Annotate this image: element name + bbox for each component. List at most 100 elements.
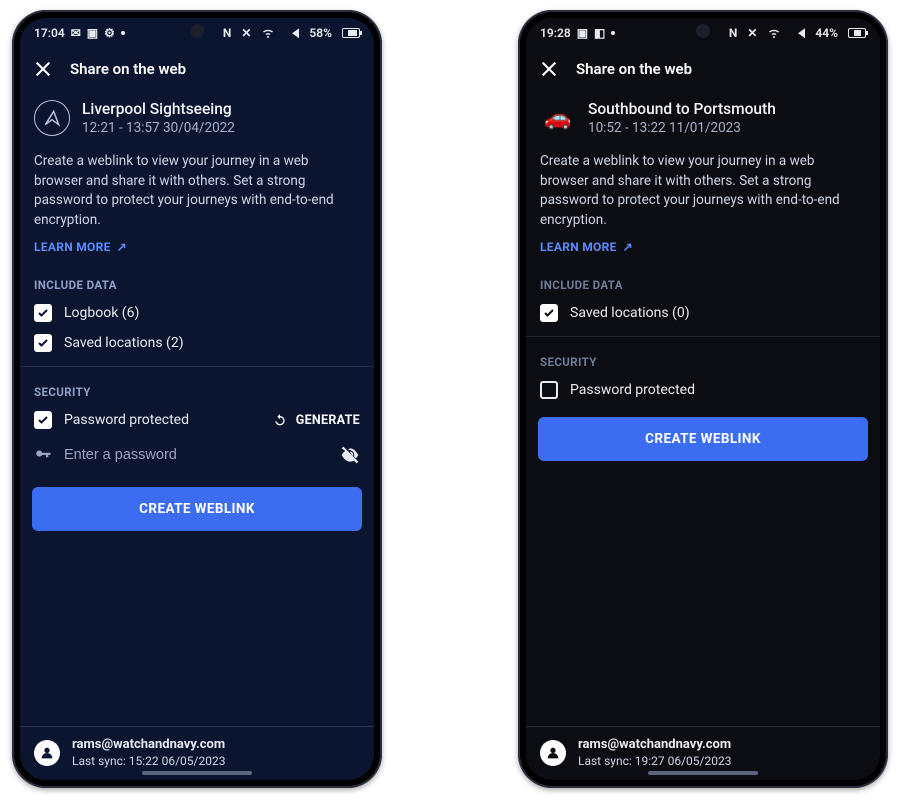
close-icon[interactable] [34,60,52,78]
picture-icon: ▣ [87,26,98,40]
include-saved-locations-row[interactable]: Saved locations (0) [526,298,880,328]
cta-label: CREATE WEBLINK [645,431,761,447]
create-weblink-button[interactable]: CREATE WEBLINK [32,487,362,531]
close-icon[interactable] [540,60,558,78]
checkbox[interactable] [34,304,52,322]
password-protected-label: Password protected [570,382,695,398]
screen: 17:04 ✉ ▣ ⚙ N ✕ 58% [20,18,374,780]
footer-email: rams@watchandnavy.com [578,737,731,752]
compass-icon [34,100,70,136]
journey-title: Liverpool Sightseeing [82,100,235,118]
security-row: Password protected GENERATE [20,405,374,435]
camera-hole [696,24,710,38]
phone-right: 19:28 ▣ ◧ N ✕ 44% Share [518,10,888,788]
car-icon: 🚗 [540,100,576,136]
divider [526,336,880,337]
content: Liverpool Sightseeing 12:21 - 13:57 30/0… [20,90,374,726]
footer-text: rams@watchandnavy.com Last sync: 15:22 0… [72,737,225,768]
app-bar: Share on the web [20,48,374,90]
divider [20,366,374,367]
vibrate-icon: ✕ [747,26,757,40]
footer-sync: Last sync: 15:22 06/05/2023 [72,754,225,768]
status-left: 17:04 ✉ ▣ ⚙ [34,26,125,40]
nfc-icon: N [729,26,737,40]
include-item-label: Logbook (6) [64,305,139,321]
description: Create a weblink to view your journey in… [20,150,374,238]
status-left: 19:28 ▣ ◧ [540,26,615,40]
journey-subtitle: 12:21 - 13:57 30/04/2022 [82,120,235,136]
password-protected-row[interactable]: Password protected [34,411,189,429]
wifi-icon [261,27,275,39]
battery-icon [848,28,866,38]
include-saved-locations-row[interactable]: Saved locations (2) [20,328,374,358]
signal-icon [285,28,299,38]
gear-icon: ⚙ [104,26,115,40]
wifi-icon [767,27,781,39]
status-right: N ✕ 58% [219,26,360,40]
nfc-icon: N [223,26,231,40]
include-item-label: Saved locations (0) [570,305,690,321]
learn-more-link[interactable]: LEARN MORE ↗ [20,238,374,268]
password-row [20,435,374,481]
app-bar: Share on the web [526,48,880,90]
battery-icon [342,28,360,38]
picture-icon: ▣ [577,26,588,40]
journey-text: Liverpool Sightseeing 12:21 - 13:57 30/0… [82,100,235,136]
message-icon: ✉ [71,26,81,40]
cta-label: CREATE WEBLINK [139,501,255,517]
footer-email: rams@watchandnavy.com [72,737,225,752]
include-label: INCLUDE DATA [20,268,374,298]
checkbox[interactable] [540,381,558,399]
stage: 17:04 ✉ ▣ ⚙ N ✕ 58% [0,0,900,800]
camera-hole [190,24,204,38]
include-item-label: Saved locations (2) [64,335,184,351]
journey-title: Southbound to Portsmouth [588,100,776,118]
status-time: 19:28 [540,26,571,40]
content: 🚗 Southbound to Portsmouth 10:52 - 13:22… [526,90,880,726]
password-protected-row[interactable]: Password protected [526,375,880,405]
vibrate-icon: ✕ [241,26,251,40]
security-label: SECURITY [20,375,374,405]
dot-icon [121,31,125,35]
page-title: Share on the web [70,60,186,78]
include-logbook-row[interactable]: Logbook (6) [20,298,374,328]
include-label: INCLUDE DATA [526,268,880,298]
eye-off-icon[interactable] [340,445,360,465]
page-title: Share on the web [576,60,692,78]
refresh-icon [272,412,288,428]
battery-percent: 58% [309,26,332,40]
external-link-icon: ↗ [117,240,127,254]
external-link-icon: ↗ [623,240,633,254]
screen: 19:28 ▣ ◧ N ✕ 44% Share [526,18,880,780]
journey-row: Liverpool Sightseeing 12:21 - 13:57 30/0… [20,90,374,150]
checkbox[interactable] [34,334,52,352]
generate-button[interactable]: GENERATE [272,412,360,428]
battery-percent: 44% [815,26,838,40]
status-right: N ✕ 44% [725,26,866,40]
journey-subtitle: 10:52 - 13:22 11/01/2023 [588,120,776,136]
learn-more-label: LEARN MORE [34,240,111,254]
avatar[interactable] [34,740,60,766]
password-protected-label: Password protected [64,412,189,428]
avatar[interactable] [540,740,566,766]
footer-sync: Last sync: 19:27 06/05/2023 [578,754,731,768]
home-indicator [142,771,252,775]
journey-row: 🚗 Southbound to Portsmouth 10:52 - 13:22… [526,90,880,150]
learn-more-label: LEARN MORE [540,240,617,254]
status-time: 17:04 [34,26,65,40]
checkbox[interactable] [34,411,52,429]
key-icon [34,446,52,464]
checkbox[interactable] [540,304,558,322]
app-icon: ◧ [594,26,605,40]
signal-icon [791,28,805,38]
generate-label: GENERATE [296,413,360,428]
password-input[interactable] [64,447,328,463]
description: Create a weblink to view your journey in… [526,150,880,238]
dot-icon [611,31,615,35]
home-indicator [648,771,758,775]
journey-text: Southbound to Portsmouth 10:52 - 13:22 1… [588,100,776,136]
security-label: SECURITY [526,345,880,375]
learn-more-link[interactable]: LEARN MORE ↗ [526,238,880,268]
create-weblink-button[interactable]: CREATE WEBLINK [538,417,868,461]
footer-text: rams@watchandnavy.com Last sync: 19:27 0… [578,737,731,768]
